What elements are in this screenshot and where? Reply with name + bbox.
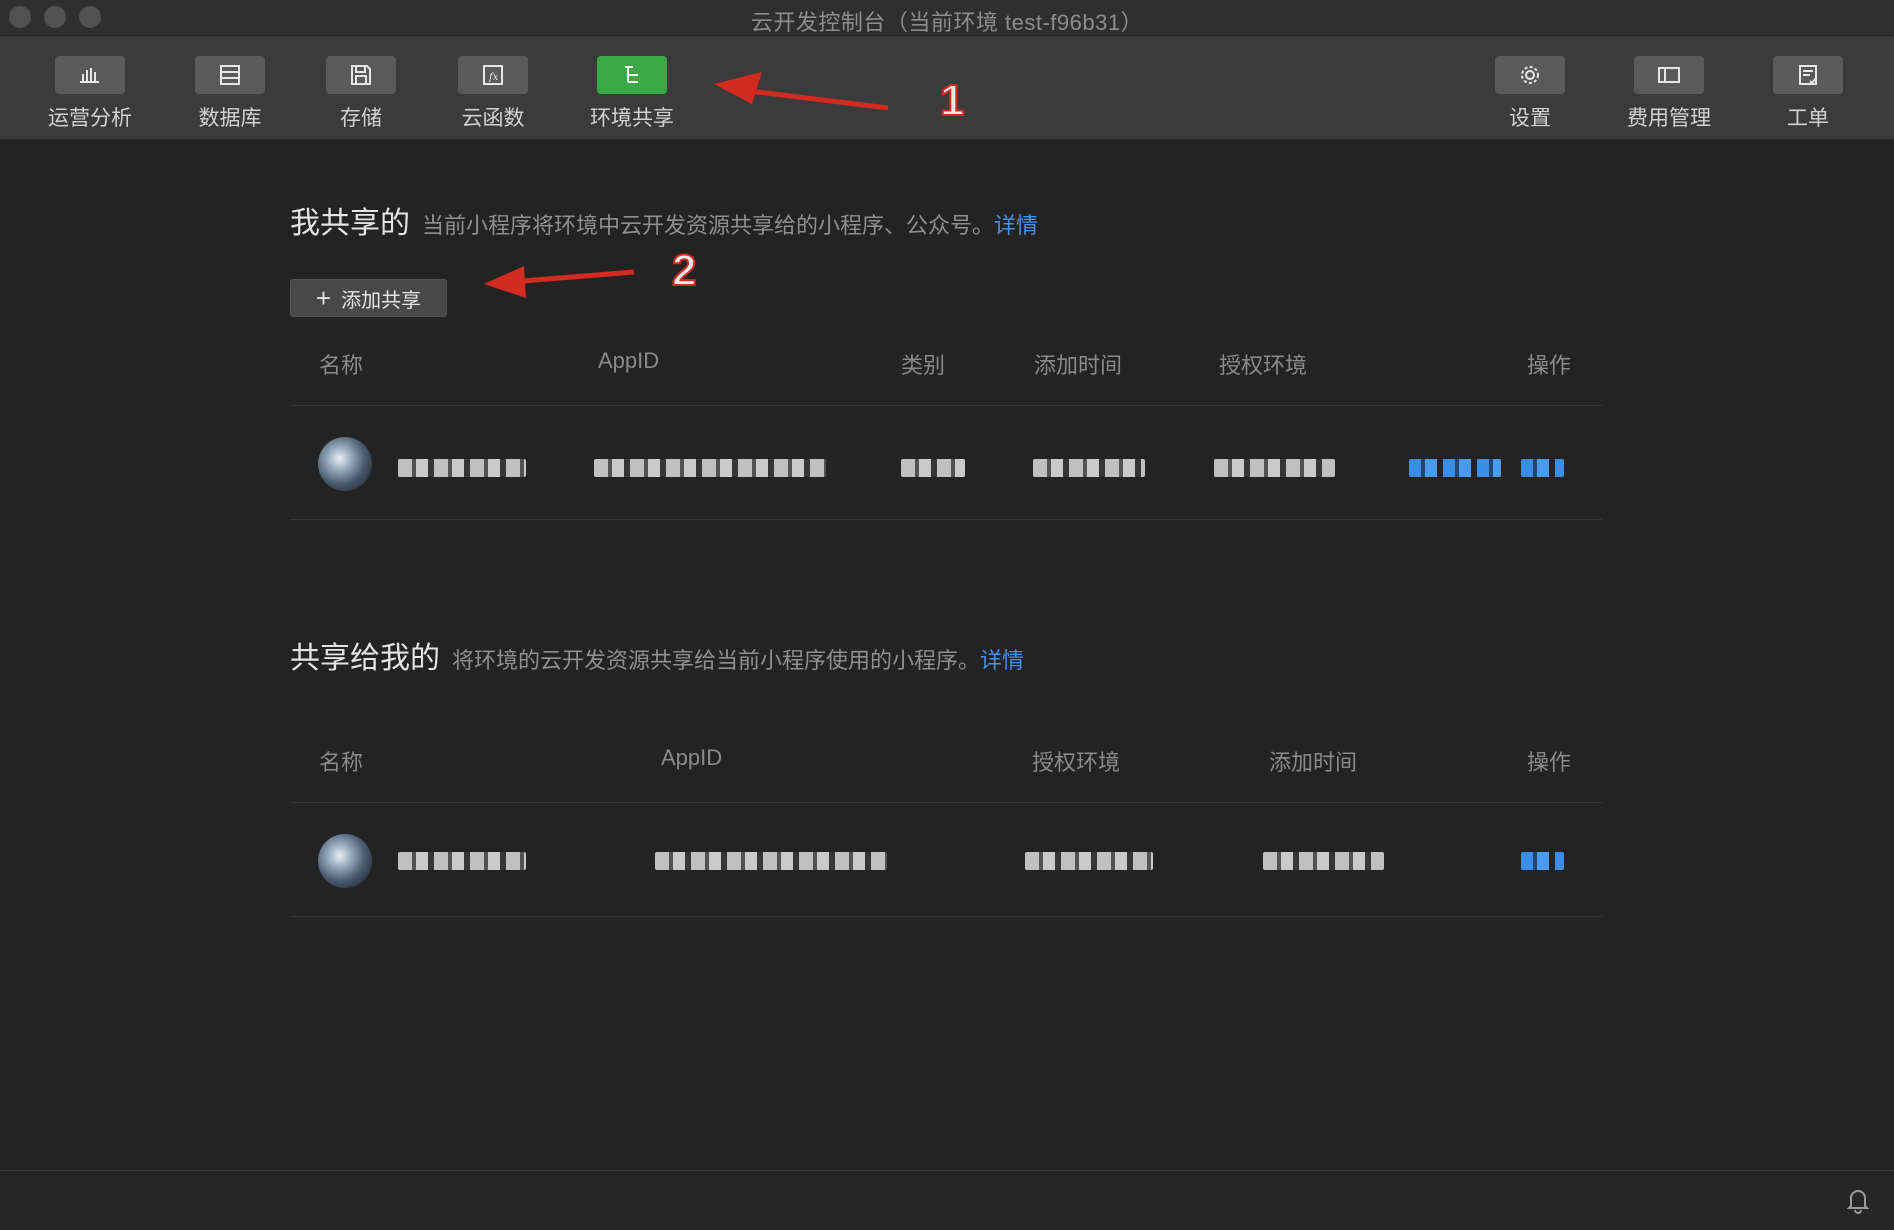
tool-database[interactable]: 数据库 xyxy=(170,56,290,132)
table-row-divider xyxy=(290,519,1602,520)
tool-label: 环境共享 xyxy=(590,107,674,130)
column-header-actions: 操作 xyxy=(1527,353,1572,378)
appid-cell-redacted xyxy=(655,852,887,870)
tool-ticket[interactable]: 工单 xyxy=(1748,56,1868,132)
table-row-divider xyxy=(290,916,1602,917)
action-link-redacted[interactable] xyxy=(1521,852,1564,870)
database-icon xyxy=(195,56,265,94)
gear-icon xyxy=(1495,56,1565,94)
name-cell-redacted xyxy=(398,459,526,477)
column-header-actions: 操作 xyxy=(1527,750,1572,775)
tool-label: 数据库 xyxy=(198,107,262,130)
bell-icon[interactable] xyxy=(1844,1185,1872,1215)
billing-icon xyxy=(1634,56,1704,94)
added-time-cell-redacted xyxy=(1033,459,1145,477)
add-share-button[interactable]: + 添加共享 xyxy=(290,279,447,317)
details-link[interactable]: 详情 xyxy=(980,643,1024,675)
section-title: 共享给我的 xyxy=(290,642,440,675)
annotation-label-2: 2 xyxy=(671,245,698,296)
added-time-cell-redacted xyxy=(1263,852,1384,870)
column-header-auth-env: 授权环境 xyxy=(1219,353,1308,378)
section-description: 将环境的云开发资源共享给当前小程序使用的小程序。 xyxy=(452,648,981,673)
details-link[interactable]: 详情 xyxy=(994,208,1038,240)
column-header-name: 名称 xyxy=(319,750,364,775)
tool-storage[interactable]: 存储 xyxy=(301,56,421,132)
window-title: 云开发控制台（当前环境 test-f96b31） xyxy=(750,10,1144,35)
action-link-redacted[interactable] xyxy=(1521,459,1564,477)
column-header-category: 类别 xyxy=(901,353,946,378)
tool-label: 工单 xyxy=(1787,107,1829,130)
action-link-redacted[interactable] xyxy=(1409,459,1501,477)
tool-billing[interactable]: 费用管理 xyxy=(1609,56,1729,132)
plus-icon: + xyxy=(315,283,332,313)
name-cell-redacted xyxy=(398,852,526,870)
section-description: 当前小程序将环境中云开发资源共享给的小程序、公众号。 xyxy=(422,213,995,238)
svg-text:fx: fx xyxy=(488,72,499,83)
status-bar xyxy=(0,1170,1894,1230)
tool-settings[interactable]: 设置 xyxy=(1470,56,1590,132)
annotation-arrow-2 xyxy=(484,266,635,298)
column-header-appid: AppID xyxy=(661,745,723,770)
env-share-icon xyxy=(597,56,667,94)
category-cell-redacted xyxy=(901,459,965,477)
shared-to-me-header: 共享给我的 将环境的云开发资源共享给当前小程序使用的小程序。 详情 xyxy=(290,633,1024,677)
column-header-auth-env: 授权环境 xyxy=(1032,750,1121,775)
bar-chart-icon xyxy=(55,56,125,94)
tool-label: 存储 xyxy=(340,107,382,130)
table-header-divider xyxy=(290,405,1602,406)
avatar xyxy=(318,437,372,491)
tool-operations-analysis[interactable]: 运营分析 xyxy=(30,56,150,132)
ticket-icon xyxy=(1773,56,1843,94)
column-header-added-time: 添加时间 xyxy=(1269,750,1358,775)
cloud-function-icon: fx xyxy=(458,56,528,94)
auth-env-cell-redacted xyxy=(1025,852,1153,870)
tool-label: 费用管理 xyxy=(1627,107,1711,130)
tool-label: 云函数 xyxy=(461,107,525,130)
table-header-divider xyxy=(290,802,1602,803)
annotation-label-1: 1 xyxy=(939,75,966,126)
tool-env-share[interactable]: 环境共享 xyxy=(572,56,692,132)
section-title: 我共享的 xyxy=(290,207,410,240)
storage-icon xyxy=(326,56,396,94)
window-titlebar: 云开发控制台（当前环境 test-f96b31） xyxy=(0,0,1894,36)
column-header-name: 名称 xyxy=(319,353,364,378)
appid-cell-redacted xyxy=(594,459,826,477)
auth-env-cell-redacted xyxy=(1214,459,1335,477)
column-header-appid: AppID xyxy=(598,348,660,373)
avatar xyxy=(318,834,372,888)
column-header-added-time: 添加时间 xyxy=(1034,353,1123,378)
tool-cloud-function[interactable]: fx 云函数 xyxy=(433,56,553,132)
add-share-label: 添加共享 xyxy=(341,289,422,312)
tool-label: 运营分析 xyxy=(48,107,132,130)
my-shared-header: 我共享的 当前小程序将环境中云开发资源共享给的小程序、公众号。 详情 xyxy=(290,198,1038,242)
tool-label: 设置 xyxy=(1509,107,1551,130)
